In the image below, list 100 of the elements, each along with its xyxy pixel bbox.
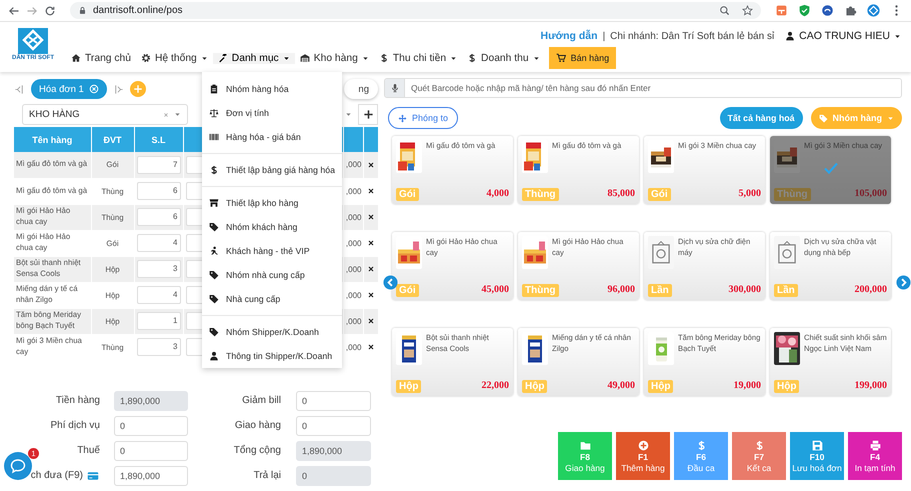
zoom-icon[interactable] xyxy=(719,5,730,16)
pill-button[interactable]: ng xyxy=(344,79,378,99)
sell-button[interactable]: Bán hàng xyxy=(548,47,616,69)
table-cell: ,000 xyxy=(343,334,363,360)
input-field[interactable]: 0 xyxy=(296,390,371,410)
action-button[interactable]: F4 In tạm tính xyxy=(848,432,902,480)
dollar-icon xyxy=(209,165,219,175)
unit-badge: Hộp xyxy=(774,380,800,393)
remove-icon xyxy=(366,343,374,351)
dollar-icon xyxy=(754,440,764,450)
qty-field[interactable]: 7 xyxy=(136,156,180,174)
menu-item[interactable]: Đơn vị tính xyxy=(202,101,342,125)
plus-icon xyxy=(132,84,143,94)
url-text: dantrisoft.online/pos xyxy=(93,5,183,16)
menu-item[interactable]: Nhóm nhà cung cấp xyxy=(202,263,342,287)
field-label: Phí dịch vụ xyxy=(50,420,100,431)
input-field[interactable]: 0 xyxy=(114,416,188,436)
price-label: 300,000 xyxy=(728,284,761,295)
input-field[interactable]: 0 xyxy=(296,416,371,436)
unit-badge: Thùng xyxy=(522,284,559,297)
home-icon xyxy=(71,53,81,63)
nav-link[interactable]: Trang chủ xyxy=(66,52,136,64)
field-label: Giảm bill xyxy=(242,395,281,406)
grid-extension-icon[interactable] xyxy=(775,4,788,17)
next-tab-icon[interactable] xyxy=(112,84,124,94)
reload-icon[interactable] xyxy=(44,4,56,16)
remove-icon xyxy=(366,317,374,325)
back-icon[interactable] xyxy=(8,4,20,16)
barcode-icon xyxy=(209,132,219,142)
unit-badge: Gói xyxy=(648,188,671,201)
cart-icon xyxy=(556,53,566,63)
remove-icon xyxy=(366,239,374,247)
qty-field[interactable]: 4 xyxy=(136,234,180,252)
profile-icon[interactable] xyxy=(867,4,880,17)
shield-icon[interactable] xyxy=(798,4,811,17)
action-button[interactable]: F1 Thêm hàng xyxy=(616,432,670,480)
nav-link[interactable]: Danh mục xyxy=(212,52,295,64)
unit-badge: Hộp xyxy=(648,380,674,393)
price-label: 199,000 xyxy=(854,380,887,391)
close-icon[interactable] xyxy=(88,84,99,94)
branch-label: Chi nhánh: Dân Trí Soft bán lẻ bán sỉ xyxy=(610,30,774,42)
caret-icon[interactable] xyxy=(345,111,352,118)
price-label: 19,000 xyxy=(734,380,761,391)
input-field[interactable]: 0 xyxy=(296,466,371,486)
previous-tab-icon[interactable] xyxy=(14,84,25,94)
table-cell: ,000 xyxy=(343,178,363,204)
qty-field[interactable]: 4 xyxy=(136,286,180,304)
remove-icon xyxy=(366,291,374,299)
arrow-right-icon[interactable] xyxy=(896,275,911,290)
caret-icon xyxy=(174,111,181,118)
zoom-button[interactable]: Phóng to xyxy=(388,107,458,129)
nav-link[interactable]: Doanh thu xyxy=(462,52,545,64)
checkmark-icon xyxy=(822,160,838,176)
menu-item[interactable]: Thiết lập kho hàng xyxy=(202,191,342,215)
menu-item[interactable]: Nhóm khách hàng xyxy=(202,215,342,239)
unit-badge: Lần xyxy=(774,284,798,297)
scale-icon xyxy=(209,108,219,118)
menu-item[interactable]: Khách hàng - thẻ VIP xyxy=(202,239,342,263)
user-menu[interactable]: CAO TRUNG HIEU xyxy=(785,30,901,42)
star-icon[interactable] xyxy=(742,5,753,16)
menu-item[interactable]: Thiết lập bảng giá hàng hóa xyxy=(202,158,342,182)
dollar-icon xyxy=(696,440,706,450)
menu-item[interactable]: Hàng hóa - giá bán xyxy=(202,125,342,149)
price-label: 49,000 xyxy=(608,380,635,391)
qty-field[interactable]: 6 xyxy=(136,208,180,226)
field-label: Thuế xyxy=(77,445,100,456)
save-icon xyxy=(812,440,822,450)
person-icon xyxy=(209,246,219,256)
menu-item[interactable]: Nhóm hàng hóa xyxy=(202,77,342,101)
input-field[interactable]: 0 xyxy=(114,440,188,460)
address-bar[interactable]: dantrisoft.online/pos xyxy=(70,2,761,19)
microphone-icon[interactable] xyxy=(390,83,400,93)
price-label: 5,000 xyxy=(738,188,761,199)
credit-card-icon[interactable] xyxy=(86,470,100,482)
chat-button[interactable] xyxy=(4,452,32,480)
menu-item[interactable]: Nhà cung cấp xyxy=(202,287,342,311)
qty-field[interactable]: 3 xyxy=(136,260,180,278)
swirl-extension-icon[interactable] xyxy=(821,4,834,17)
add-button[interactable] xyxy=(358,104,378,125)
qty-field[interactable]: 6 xyxy=(136,182,180,200)
input-field[interactable]: 1,890,000 xyxy=(114,466,188,486)
help-link[interactable]: Hướng dẫn xyxy=(540,30,598,42)
input-field[interactable]: 1,890,000 xyxy=(296,440,371,460)
clear-icon[interactable] xyxy=(162,110,170,118)
qty-field[interactable]: 1 xyxy=(136,312,180,330)
price-label: 4,000 xyxy=(486,188,509,199)
menu-item[interactable]: Thông tin Shipper/K.Doanh xyxy=(202,344,342,368)
table-cell: ,000 xyxy=(343,204,363,230)
menu-item[interactable]: Nhóm Shipper/K.Doanh xyxy=(202,320,342,344)
barcode-field[interactable]: Quét Barcode hoặc nhập mã hàng/ tên hàng sau đó nhấn Enter xyxy=(384,78,902,98)
warehouse-select[interactable]: KHO HÀNG xyxy=(22,104,188,125)
arrow-left-icon[interactable] xyxy=(383,275,398,290)
qty-field[interactable]: 3 xyxy=(136,338,180,356)
input-field[interactable]: 1,890,000 xyxy=(114,390,188,410)
nav-link[interactable]: Hệ thống xyxy=(136,52,213,64)
nav-link[interactable]: Thu chi tiền xyxy=(374,52,462,64)
remove-icon xyxy=(366,265,374,273)
puzzle-icon[interactable] xyxy=(844,4,857,17)
nav-link[interactable]: Kho hàng xyxy=(294,52,374,64)
price-label: 45,000 xyxy=(482,284,509,295)
